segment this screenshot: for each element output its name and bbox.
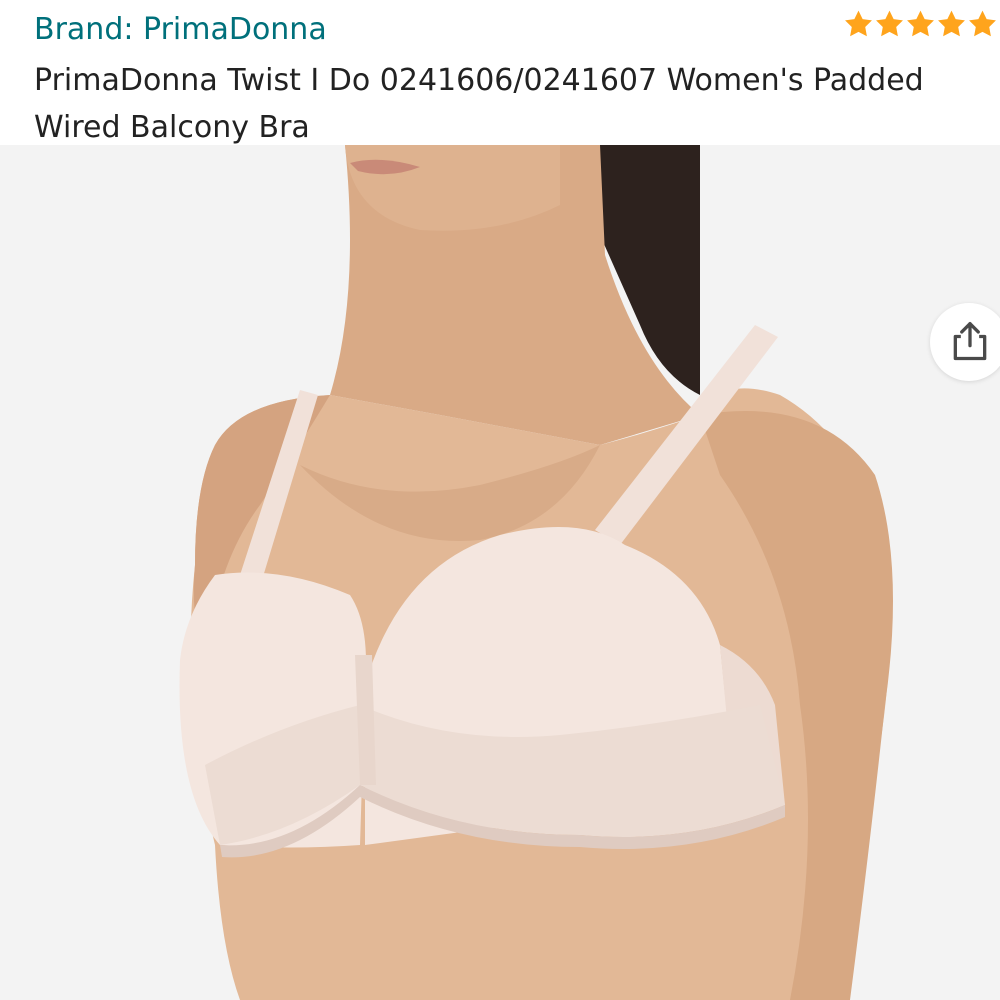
- brand-link[interactable]: Brand: PrimaDonna: [34, 10, 327, 50]
- star-icon: [905, 8, 936, 40]
- star-icon: [874, 8, 905, 40]
- star-icon: [843, 8, 874, 40]
- product-image[interactable]: [0, 145, 1000, 1000]
- star-icon: [936, 8, 967, 40]
- share-button[interactable]: [930, 303, 1000, 381]
- star-rating[interactable]: [843, 8, 998, 40]
- product-header: Brand: PrimaDonna PrimaDonna Twist I Do …: [0, 0, 1000, 145]
- product-title: PrimaDonna Twist I Do 0241606/0241607 Wo…: [34, 63, 924, 145]
- product-image-area[interactable]: [0, 145, 1000, 1000]
- share-icon: [953, 322, 987, 361]
- star-icon: [967, 8, 998, 40]
